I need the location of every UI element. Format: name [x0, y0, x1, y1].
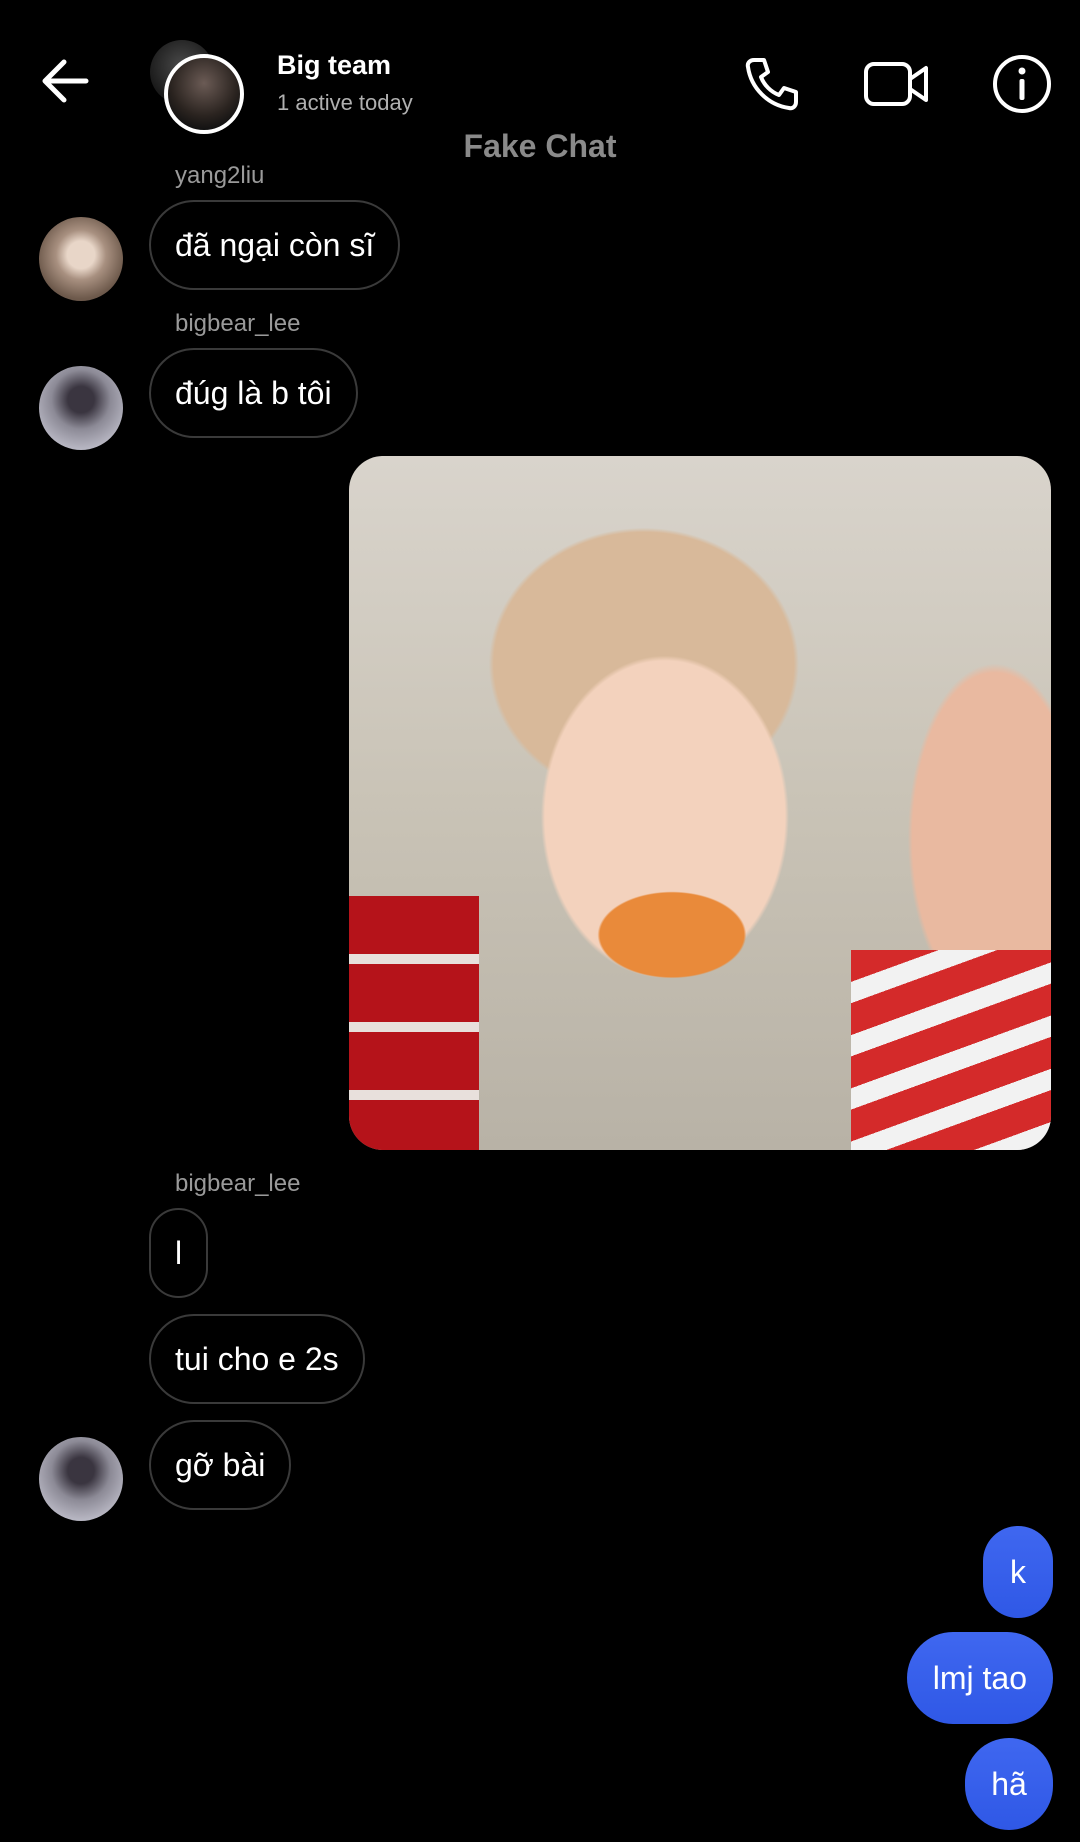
sender-name: bigbear_lee [175, 1170, 301, 1197]
group-avatar[interactable] [150, 40, 250, 140]
video-camera-icon [864, 62, 928, 106]
video-call-button[interactable] [862, 52, 932, 116]
message-bubble[interactable]: l [149, 1208, 209, 1298]
message-bubble[interactable]: đúg là b tôi [149, 348, 358, 438]
info-button[interactable] [990, 52, 1054, 116]
message-bubble[interactable]: gỡ bài [149, 1420, 292, 1510]
active-status: 1 active today [277, 90, 413, 115]
avatar[interactable] [39, 217, 123, 301]
info-icon [993, 55, 1051, 113]
avatar[interactable] [39, 1437, 123, 1521]
chat-title[interactable]: Big team [277, 50, 391, 81]
avatar[interactable] [39, 366, 123, 450]
sender-name: yang2liu [175, 162, 265, 189]
watermark: Fake Chat [463, 128, 617, 164]
sender-name: bigbear_lee [175, 310, 301, 337]
chat-screen: Big team 1 active today Fake Chat yang2l… [0, 0, 1080, 1842]
member-avatar [164, 54, 244, 134]
shared-photo[interactable] [349, 456, 1051, 1150]
message-bubble[interactable]: tui cho e 2s [149, 1314, 365, 1404]
my-message-bubble[interactable]: k [983, 1526, 1053, 1618]
my-message-bubble[interactable]: lmj tao [906, 1632, 1053, 1724]
phone-icon [745, 58, 798, 111]
voice-call-button[interactable] [740, 52, 804, 116]
back-button[interactable] [36, 52, 94, 110]
message-bubble[interactable]: đã ngại còn sĩ [149, 200, 401, 290]
arrow-left-icon [42, 59, 89, 103]
my-message-bubble[interactable]: hã [965, 1738, 1053, 1830]
